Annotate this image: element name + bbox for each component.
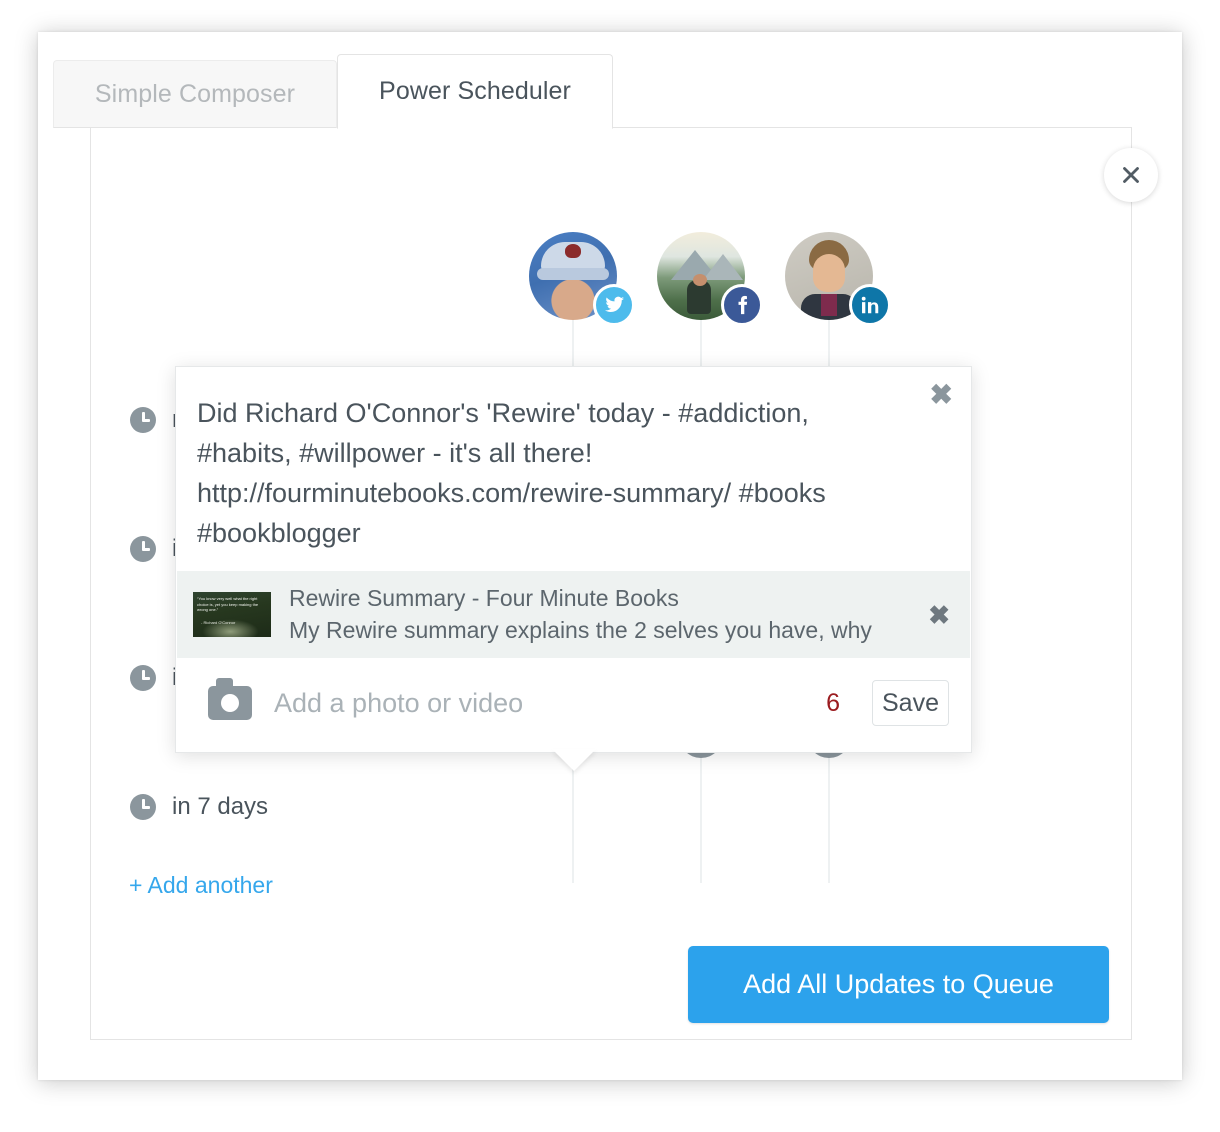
thumbnail-quote: “You know very well what the right choic… xyxy=(197,596,259,612)
tab-simple-composer[interactable]: Simple Composer xyxy=(53,60,337,128)
composer-message[interactable]: Did Richard O'Connor's 'Rewire' today - … xyxy=(176,367,971,571)
close-composer-icon[interactable]: ✖ xyxy=(930,381,953,409)
clock-icon xyxy=(130,407,156,433)
tab-power-scheduler[interactable]: Power Scheduler xyxy=(337,54,613,129)
facebook-icon xyxy=(721,284,763,326)
tab-simple-composer-label: Simple Composer xyxy=(94,79,296,108)
close-icon xyxy=(1123,167,1139,183)
add-another-label: + Add another xyxy=(129,872,273,898)
save-button[interactable]: Save xyxy=(872,680,949,726)
clock-icon xyxy=(130,665,156,691)
add-another-link[interactable]: + Add another xyxy=(129,872,273,899)
twitter-icon xyxy=(593,284,635,326)
composer-pointer xyxy=(552,749,596,771)
character-counter: 6 xyxy=(826,688,840,717)
camera-icon[interactable] xyxy=(208,678,252,720)
clock-icon xyxy=(130,536,156,562)
account-facebook[interactable] xyxy=(657,232,763,326)
composer-popup: ✖ Did Richard O'Connor's 'Rewire' today … xyxy=(175,366,972,753)
account-avatars xyxy=(91,232,1131,326)
add-photo-or-video-input[interactable] xyxy=(274,687,805,719)
timeline-row-7-days: in 7 days xyxy=(130,793,268,821)
link-preview-description: My Rewire summary explains the 2 selves … xyxy=(289,617,872,643)
composer-footer: 6 Save xyxy=(176,658,971,752)
link-preview-title: Rewire Summary - Four Minute Books xyxy=(289,585,679,611)
linkedin-icon xyxy=(849,284,891,326)
account-twitter[interactable] xyxy=(529,232,635,326)
link-preview-card: “You know very well what the right choic… xyxy=(177,571,970,658)
remove-link-preview-icon[interactable]: ✖ xyxy=(928,602,950,628)
thumbnail-author: - Richard O'Connor xyxy=(201,620,236,625)
close-modal-button[interactable] xyxy=(1104,148,1158,202)
page-card: Simple Composer Power Scheduler in 7 day… xyxy=(38,32,1182,1080)
tab-bar: Simple Composer Power Scheduler xyxy=(53,53,613,129)
link-preview-text: Rewire Summary - Four Minute Books My Re… xyxy=(289,585,872,644)
add-all-updates-to-queue-button[interactable]: Add All Updates to Queue xyxy=(688,946,1109,1023)
link-preview-thumbnail: “You know very well what the right choic… xyxy=(193,592,271,637)
tab-power-scheduler-label: Power Scheduler xyxy=(379,77,571,105)
clock-icon xyxy=(130,794,156,820)
timeline-row-label: in 7 days xyxy=(172,793,269,820)
account-linkedin[interactable] xyxy=(785,232,891,326)
